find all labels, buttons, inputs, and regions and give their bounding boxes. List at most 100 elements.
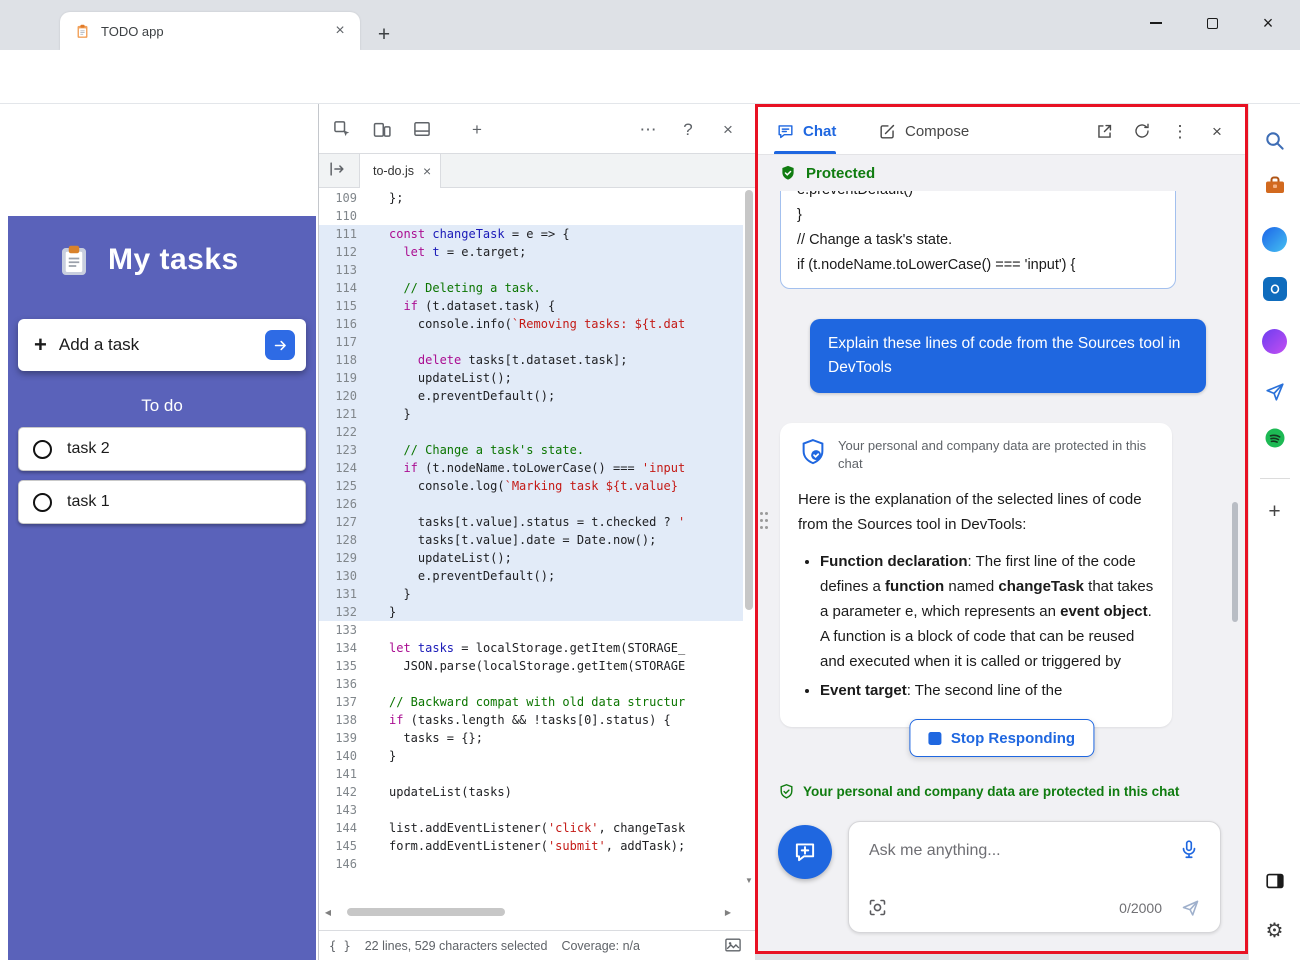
chat-input-box[interactable]: Ask me anything... 0/2000 (848, 821, 1221, 933)
tab-close-icon[interactable]: × (330, 21, 350, 41)
code-line[interactable]: 137// Backward compat with old data stru… (319, 693, 743, 711)
code-line[interactable]: 112 let t = e.target; (319, 243, 743, 261)
refresh-chat-button[interactable] (1130, 119, 1154, 143)
copilot-scrollbar-thumb[interactable] (1232, 502, 1238, 622)
chat-input-placeholder[interactable]: Ask me anything... (869, 842, 1001, 860)
sidebar-settings-button[interactable]: ⚙ (1262, 918, 1288, 944)
code-line[interactable]: 114 // Deleting a task. (319, 279, 743, 297)
code-line[interactable]: 129 updateList(); (319, 549, 743, 567)
scroll-right-arrow[interactable]: ▶ (721, 908, 735, 917)
code-line[interactable]: 124 if (t.nodeName.toLowerCase() === 'in… (319, 459, 743, 477)
new-tab-button[interactable]: + (370, 21, 398, 49)
code-line[interactable]: 110 (319, 207, 743, 225)
stop-responding-button[interactable]: Stop Responding (909, 719, 1094, 757)
code-line[interactable]: 130 e.preventDefault(); (319, 567, 743, 585)
task-checkbox[interactable] (33, 493, 52, 512)
tab-compose[interactable]: Compose (878, 107, 969, 155)
task-checkbox[interactable] (33, 440, 52, 459)
code-line[interactable]: 143 (319, 801, 743, 819)
code-line[interactable]: 145form.addEventListener('submit', addTa… (319, 837, 743, 855)
devtools-menu-button[interactable]: ⋯ (636, 117, 660, 141)
editor-horizontal-scrollbar[interactable]: ◀ ▶ (321, 904, 735, 920)
open-in-new-window-button[interactable] (1092, 119, 1116, 143)
code-line[interactable]: 117 (319, 333, 743, 351)
code-line[interactable]: 139 tasks = {}; (319, 729, 743, 747)
editor-vertical-scrollbar[interactable] (744, 190, 754, 890)
code-line[interactable]: 109}; (319, 189, 743, 207)
scroll-left-arrow[interactable]: ◀ (321, 908, 335, 917)
add-task-input[interactable]: + Add a task (18, 319, 306, 371)
line-number: 116 (319, 315, 369, 333)
code-line[interactable]: 111const changeTask = e => { (319, 225, 743, 243)
sidebar-tools-button[interactable] (1262, 172, 1288, 198)
show-navigator-button[interactable] (327, 159, 351, 183)
code-line[interactable]: 132} (319, 603, 743, 621)
code-line[interactable]: 128 tasks[t.value].date = Date.now(); (319, 531, 743, 549)
task-item[interactable]: task 2 (18, 427, 306, 471)
sidebar-toggle-button[interactable] (1262, 868, 1288, 894)
new-topic-button[interactable] (778, 825, 832, 879)
send-button[interactable] (1180, 897, 1202, 919)
copilot-menu-button[interactable]: ⋮ (1168, 119, 1192, 143)
code-line[interactable]: 126 (319, 495, 743, 513)
close-window-button[interactable]: × (1240, 0, 1296, 46)
code-line[interactable]: 134let tasks = localStorage.getItem(STOR… (319, 639, 743, 657)
device-toolbar-button[interactable] (370, 117, 394, 141)
code-line[interactable]: 113 (319, 261, 743, 279)
dock-panel-button[interactable] (410, 117, 434, 141)
code-line[interactable]: 122 (319, 423, 743, 441)
code-line[interactable]: 123 // Change a task's state. (319, 441, 743, 459)
sidebar-search-button[interactable] (1262, 127, 1288, 153)
devtools-help-button[interactable]: ? (676, 117, 700, 141)
microphone-button[interactable] (1178, 838, 1202, 862)
screenshot-button[interactable] (867, 897, 889, 919)
devtools-close-button[interactable]: × (716, 117, 740, 141)
minimize-button[interactable] (1128, 0, 1184, 46)
code-line[interactable]: 125 console.log(`Marking task ${t.value} (319, 477, 743, 495)
code-line[interactable]: 115 if (t.dataset.task) { (319, 297, 743, 315)
sidebar-designer-button[interactable] (1262, 328, 1288, 354)
code-line[interactable]: 136 (319, 675, 743, 693)
sidebar-spotify-button[interactable] (1262, 425, 1288, 451)
scrollbar-thumb[interactable] (347, 908, 505, 916)
scrollbar-thumb[interactable] (745, 190, 753, 610)
scroll-down-arrow[interactable]: ▼ (743, 876, 755, 885)
code-line[interactable]: 121 } (319, 405, 743, 423)
devtools-status-bar: { } 22 lines, 529 characters selected Co… (319, 930, 755, 960)
code-line[interactable]: 131 } (319, 585, 743, 603)
tab-chat[interactable]: Chat (776, 107, 836, 155)
file-tab-to-do-js[interactable]: to-do.js × (359, 154, 441, 188)
chat-scroll-area[interactable]: e.preventDefault()}// Change a task's st… (758, 191, 1245, 775)
file-tab-close-icon[interactable]: × (423, 164, 431, 178)
sidebar-copilot-button[interactable] (1262, 226, 1288, 252)
maximize-icon (1207, 18, 1218, 29)
inspect-element-button[interactable] (330, 117, 354, 141)
copilot-close-button[interactable]: × (1205, 119, 1229, 143)
devtools-toolbar: + ⋯ ? × (319, 104, 755, 154)
code-line[interactable]: 127 tasks[t.value].status = t.checked ? … (319, 513, 743, 531)
code-line[interactable]: 116 console.info(`Removing tasks: ${t.da… (319, 315, 743, 333)
devtools-more-tabs-button[interactable]: + (465, 117, 489, 141)
add-task-submit-button[interactable] (265, 330, 295, 360)
sidebar-drop-button[interactable] (1262, 379, 1288, 405)
panel-resize-grip[interactable] (759, 512, 769, 529)
code-line[interactable]: 146 (319, 855, 743, 873)
code-line[interactable]: 140} (319, 747, 743, 765)
code-line[interactable]: 119 updateList(); (319, 369, 743, 387)
microphone-icon (1178, 838, 1200, 860)
maximize-button[interactable] (1184, 0, 1240, 46)
code-line[interactable]: 133 (319, 621, 743, 639)
code-line[interactable]: 135 JSON.parse(localStorage.getItem(STOR… (319, 657, 743, 675)
code-line[interactable]: 144list.addEventListener('click', change… (319, 819, 743, 837)
code-line[interactable]: 142updateList(tasks) (319, 783, 743, 801)
browser-tab[interactable]: TODO app × (60, 12, 360, 50)
code-line[interactable]: 118 delete tasks[t.dataset.task]; (319, 351, 743, 369)
sidebar-outlook-button[interactable] (1262, 276, 1288, 302)
code-line[interactable]: 141 (319, 765, 743, 783)
code-line[interactable]: 138if (tasks.length && !tasks[0].status)… (319, 711, 743, 729)
task-item[interactable]: task 1 (18, 480, 306, 524)
sidebar-customize-button[interactable]: + (1262, 498, 1288, 524)
pretty-print-button[interactable]: { } (329, 939, 351, 953)
code-line[interactable]: 120 e.preventDefault(); (319, 387, 743, 405)
code-editor[interactable]: 109};110111const changeTask = e => {112 … (319, 189, 743, 879)
